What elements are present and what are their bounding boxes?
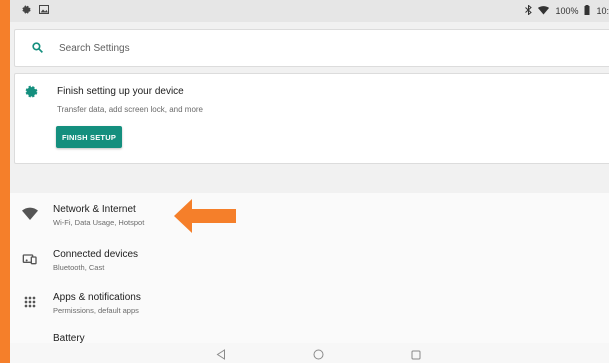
settings-item-subtitle: Permissions, default apps [53, 306, 139, 315]
home-icon[interactable] [313, 347, 324, 363]
finish-setup-button[interactable]: FINISH SETUP [56, 126, 122, 148]
setup-card-subtitle: Transfer data, add screen lock, and more [57, 105, 203, 114]
search-bar[interactable]: Search Settings [14, 29, 609, 67]
setup-suggestion-card: Finish setting up your device Transfer d… [14, 73, 609, 164]
search-input[interactable]: Search Settings [59, 43, 130, 54]
settings-list: Network & Internet Wi-Fi, Data Usage, Ho… [10, 193, 609, 354]
back-icon[interactable] [216, 347, 226, 363]
status-bar: 100% 10: [10, 0, 609, 22]
settings-gear-icon [25, 85, 38, 103]
battery-icon [584, 5, 590, 17]
image-icon [39, 5, 49, 16]
battery-level: 100% [555, 6, 579, 16]
settings-item-subtitle: Wi-Fi, Data Usage, Hotspot [53, 218, 145, 227]
android-screen: 100% 10: Search Settings Finish setting … [10, 0, 609, 363]
devices-icon [22, 251, 38, 267]
setup-card-title: Finish setting up your device [57, 86, 184, 97]
navigation-bar [10, 343, 609, 363]
gear-icon [22, 5, 31, 16]
wifi-icon [538, 5, 550, 17]
wifi-icon [22, 206, 38, 222]
apps-grid-icon [22, 294, 38, 310]
settings-item-title: Network & Internet [53, 204, 136, 215]
pointer-arrow-icon [174, 199, 236, 233]
settings-item-network[interactable]: Network & Internet Wi-Fi, Data Usage, Ho… [10, 193, 609, 237]
search-icon[interactable] [31, 41, 44, 59]
settings-item-title: Connected devices [53, 249, 139, 260]
bluetooth-icon [525, 4, 533, 17]
settings-item-apps[interactable]: Apps & notifications Permissions, defaul… [10, 281, 609, 325]
clock: 10: [596, 6, 609, 16]
settings-item-title: Apps & notifications [53, 292, 141, 303]
settings-item-connected-devices[interactable]: Connected devices Bluetooth, Cast [10, 238, 609, 282]
settings-item-subtitle: Bluetooth, Cast [53, 263, 105, 272]
recents-icon[interactable] [411, 347, 421, 363]
